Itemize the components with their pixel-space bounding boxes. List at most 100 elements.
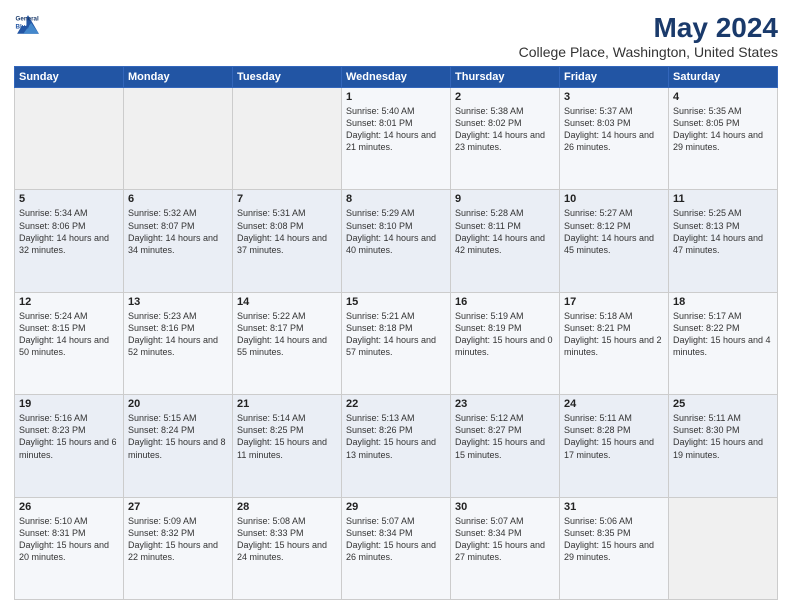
- table-row: 26 Sunrise: 5:10 AM Sunset: 8:31 PM Dayli…: [15, 497, 124, 599]
- cell-daylight-text: Sunrise: 5:24 AM Sunset: 8:15 PM Dayligh…: [19, 310, 119, 359]
- cell-daylight-text: Sunrise: 5:35 AM Sunset: 8:05 PM Dayligh…: [673, 105, 773, 154]
- cell-daylight-text: Sunrise: 5:40 AM Sunset: 8:01 PM Dayligh…: [346, 105, 446, 154]
- table-row: 17 Sunrise: 5:18 AM Sunset: 8:21 PM Dayli…: [560, 292, 669, 394]
- table-row: 15 Sunrise: 5:21 AM Sunset: 8:18 PM Dayli…: [342, 292, 451, 394]
- table-row: [669, 497, 778, 599]
- table-row: 6Sunrise: 5:32 AM Sunset: 8:07 PM Daylig…: [124, 190, 233, 292]
- cell-daylight-text: Sunrise: 5:27 AM Sunset: 8:12 PM Dayligh…: [564, 207, 664, 256]
- cell-daylight-text: Sunrise: 5:34 AM Sunset: 8:06 PM Dayligh…: [19, 207, 119, 256]
- cell-daylight-text: Sunrise: 5:07 AM Sunset: 8:34 PM Dayligh…: [455, 515, 555, 564]
- day-number: 16: [455, 296, 555, 308]
- day-number: 3: [564, 91, 664, 103]
- day-number: 26: [19, 501, 119, 513]
- cell-daylight-text: Sunrise: 5:29 AM Sunset: 8:10 PM Dayligh…: [346, 207, 446, 256]
- day-number: 14: [237, 296, 337, 308]
- table-row: 9 Sunrise: 5:28 AM Sunset: 8:11 PM Daylig…: [451, 190, 560, 292]
- day-number: 4: [673, 91, 773, 103]
- table-row: 21 Sunrise: 5:14 AM Sunset: 8:25 PM Dayli…: [233, 395, 342, 497]
- cell-daylight-text: Sunrise: 5:07 AM Sunset: 8:34 PM Dayligh…: [346, 515, 446, 564]
- day-number: 12: [19, 296, 119, 308]
- cell-daylight-text: Sunrise: 5:25 AM Sunset: 8:13 PM Dayligh…: [673, 207, 773, 256]
- table-row: 1 Sunrise: 5:40 AM Sunset: 8:01 PM Daylig…: [342, 88, 451, 190]
- col-friday: Friday: [560, 67, 669, 88]
- day-number: 11: [673, 193, 773, 205]
- logo-icon: General Blue: [14, 12, 42, 40]
- table-row: 22 Sunrise: 5:13 AM Sunset: 8:26 PM Dayli…: [342, 395, 451, 497]
- table-row: 16 Sunrise: 5:19 AM Sunset: 8:19 PM Dayli…: [451, 292, 560, 394]
- main-title: May 2024: [519, 12, 778, 44]
- day-number: 21: [237, 398, 337, 410]
- calendar-header-row: Sunday Monday Tuesday Wednesday Thursday…: [15, 67, 778, 88]
- day-number: 20: [128, 398, 228, 410]
- cell-daylight-text: Sunrise: 5:38 AM Sunset: 8:02 PM Dayligh…: [455, 105, 555, 154]
- day-number: 15: [346, 296, 446, 308]
- day-number: 31: [564, 501, 664, 513]
- table-row: [233, 88, 342, 190]
- calendar-table: Sunday Monday Tuesday Wednesday Thursday…: [14, 66, 778, 600]
- subtitle: College Place, Washington, United States: [519, 44, 778, 60]
- day-number: 9: [455, 193, 555, 205]
- cell-daylight-text: Sunrise: 5:15 AM Sunset: 8:24 PM Dayligh…: [128, 412, 228, 461]
- day-number: 23: [455, 398, 555, 410]
- cell-daylight-text: Sunrise: 5:23 AM Sunset: 8:16 PM Dayligh…: [128, 310, 228, 359]
- day-number: 7: [237, 193, 337, 205]
- table-row: 2 Sunrise: 5:38 AM Sunset: 8:02 PM Daylig…: [451, 88, 560, 190]
- table-row: [124, 88, 233, 190]
- col-monday: Monday: [124, 67, 233, 88]
- day-number: 18: [673, 296, 773, 308]
- day-number: 28: [237, 501, 337, 513]
- cell-daylight-text: Sunrise: 5:21 AM Sunset: 8:18 PM Dayligh…: [346, 310, 446, 359]
- day-number: 13: [128, 296, 228, 308]
- day-number: 25: [673, 398, 773, 410]
- day-number: 29: [346, 501, 446, 513]
- day-number: 5: [19, 193, 119, 205]
- calendar-week-row: 19Sunrise: 5:16 AM Sunset: 8:23 PM Dayli…: [15, 395, 778, 497]
- day-number: 10: [564, 193, 664, 205]
- header: General Blue May 2024 College Place, Was…: [14, 12, 778, 60]
- col-thursday: Thursday: [451, 67, 560, 88]
- col-wednesday: Wednesday: [342, 67, 451, 88]
- table-row: 30Sunrise: 5:07 AM Sunset: 8:34 PM Dayli…: [451, 497, 560, 599]
- cell-daylight-text: Sunrise: 5:28 AM Sunset: 8:11 PM Dayligh…: [455, 207, 555, 256]
- table-row: [15, 88, 124, 190]
- table-row: 7Sunrise: 5:31 AM Sunset: 8:08 PM Daylig…: [233, 190, 342, 292]
- day-number: 2: [455, 91, 555, 103]
- cell-daylight-text: Sunrise: 5:10 AM Sunset: 8:31 PM Dayligh…: [19, 515, 119, 564]
- table-row: 13 Sunrise: 5:23 AM Sunset: 8:16 PM Dayli…: [124, 292, 233, 394]
- svg-text:General: General: [16, 16, 39, 23]
- table-row: 11 Sunrise: 5:25 AM Sunset: 8:13 PM Dayli…: [669, 190, 778, 292]
- cell-daylight-text: Sunrise: 5:11 AM Sunset: 8:28 PM Dayligh…: [564, 412, 664, 461]
- cell-daylight-text: Sunrise: 5:09 AM Sunset: 8:32 PM Dayligh…: [128, 515, 228, 564]
- table-row: 24 Sunrise: 5:11 AM Sunset: 8:28 PM Dayli…: [560, 395, 669, 497]
- table-row: 27Sunrise: 5:09 AM Sunset: 8:32 PM Dayli…: [124, 497, 233, 599]
- day-number: 22: [346, 398, 446, 410]
- svg-text:Blue: Blue: [16, 23, 30, 30]
- table-row: 4 Sunrise: 5:35 AM Sunset: 8:05 PM Daylig…: [669, 88, 778, 190]
- title-block: May 2024 College Place, Washington, Unit…: [519, 12, 778, 60]
- table-row: 28 Sunrise: 5:08 AM Sunset: 8:33 PM Dayli…: [233, 497, 342, 599]
- day-number: 24: [564, 398, 664, 410]
- table-row: 12 Sunrise: 5:24 AM Sunset: 8:15 PM Dayli…: [15, 292, 124, 394]
- table-row: 10 Sunrise: 5:27 AM Sunset: 8:12 PM Dayli…: [560, 190, 669, 292]
- col-tuesday: Tuesday: [233, 67, 342, 88]
- cell-daylight-text: Sunrise: 5:11 AM Sunset: 8:30 PM Dayligh…: [673, 412, 773, 461]
- day-number: 1: [346, 91, 446, 103]
- cell-daylight-text: Sunrise: 5:13 AM Sunset: 8:26 PM Dayligh…: [346, 412, 446, 461]
- table-row: 19Sunrise: 5:16 AM Sunset: 8:23 PM Dayli…: [15, 395, 124, 497]
- page: General Blue May 2024 College Place, Was…: [0, 0, 792, 612]
- cell-daylight-text: Sunrise: 5:12 AM Sunset: 8:27 PM Dayligh…: [455, 412, 555, 461]
- cell-daylight-text: Sunrise: 5:08 AM Sunset: 8:33 PM Dayligh…: [237, 515, 337, 564]
- cell-daylight-text: Sunrise: 5:19 AM Sunset: 8:19 PM Dayligh…: [455, 310, 555, 359]
- day-number: 17: [564, 296, 664, 308]
- calendar-week-row: 26 Sunrise: 5:10 AM Sunset: 8:31 PM Dayli…: [15, 497, 778, 599]
- col-sunday: Sunday: [15, 67, 124, 88]
- table-row: 25 Sunrise: 5:11 AM Sunset: 8:30 PM Dayli…: [669, 395, 778, 497]
- cell-daylight-text: Sunrise: 5:18 AM Sunset: 8:21 PM Dayligh…: [564, 310, 664, 359]
- day-number: 19: [19, 398, 119, 410]
- table-row: 29 Sunrise: 5:07 AM Sunset: 8:34 PM Dayli…: [342, 497, 451, 599]
- cell-daylight-text: Sunrise: 5:06 AM Sunset: 8:35 PM Dayligh…: [564, 515, 664, 564]
- calendar-week-row: 12 Sunrise: 5:24 AM Sunset: 8:15 PM Dayli…: [15, 292, 778, 394]
- cell-daylight-text: Sunrise: 5:32 AM Sunset: 8:07 PM Dayligh…: [128, 207, 228, 256]
- calendar-week-row: 5 Sunrise: 5:34 AM Sunset: 8:06 PM Daylig…: [15, 190, 778, 292]
- cell-daylight-text: Sunrise: 5:14 AM Sunset: 8:25 PM Dayligh…: [237, 412, 337, 461]
